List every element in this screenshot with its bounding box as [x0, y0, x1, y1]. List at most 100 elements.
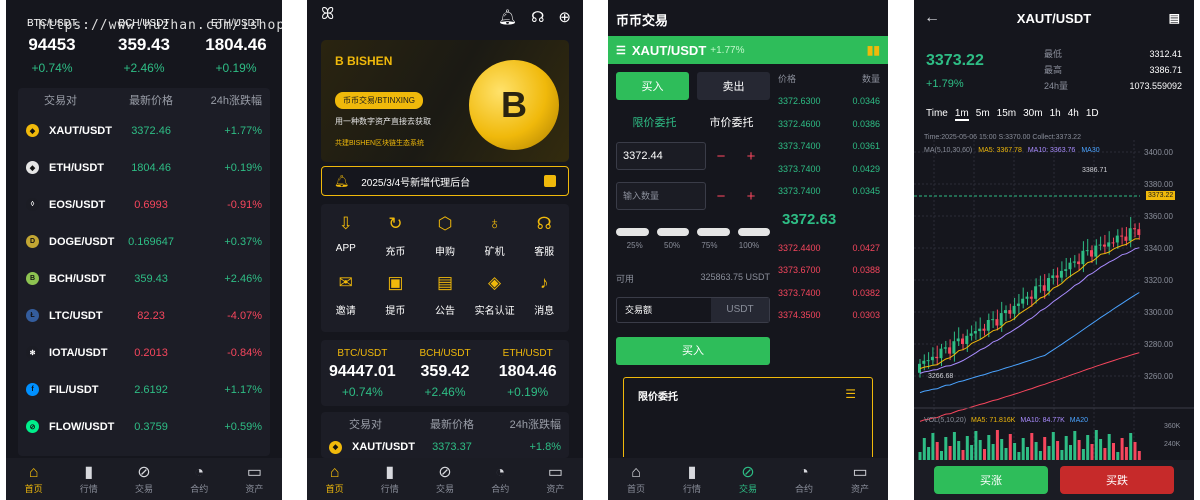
ob-price: 3374.3500: [778, 310, 821, 320]
timeframe-tab[interactable]: Time: [926, 108, 948, 121]
orderbook-row[interactable]: 3374.3500 0.0303: [778, 304, 880, 327]
market-row[interactable]: f FIL/USDT 2.6192 +1.17%: [18, 371, 270, 408]
nav-home[interactable]: ⌂ 首页: [307, 458, 362, 500]
shortcut-label: 充币: [385, 247, 406, 258]
volume-bar: [1038, 451, 1042, 460]
nav-exchange[interactable]: ⊘ 交易: [720, 458, 776, 500]
watermark: https://www.huzhan.com/ishop6110: [38, 18, 282, 33]
nav-bar-chart[interactable]: ▮ 行情: [664, 458, 720, 500]
timeframe-tab[interactable]: 1m: [954, 108, 969, 121]
market-row[interactable]: D DOGE/USDT 0.169647 +0.37%: [18, 223, 270, 260]
volume-bar: [935, 442, 939, 460]
mining-icon: ♁: [488, 214, 501, 233]
bell-icon[interactable]: 🔔︎: [498, 8, 517, 26]
market-row[interactable]: ◊ EOS/USDT 0.6993 -0.91%: [18, 186, 270, 223]
orderbook-row[interactable]: 3372.4400 0.0427: [778, 237, 880, 260]
sell-tab[interactable]: 卖出: [697, 72, 770, 100]
shortcut-mining[interactable]: ♁ 矿机: [470, 214, 520, 270]
ticker-btc[interactable]: BTC/USDT 94447.01 +0.74%: [321, 348, 404, 406]
limit-order-tab[interactable]: 限价委托: [633, 114, 677, 130]
shortcut-invite[interactable]: ✉ 邀请: [321, 273, 371, 329]
pct-100-button[interactable]: [737, 228, 770, 236]
qty-decrease-button[interactable]: −: [706, 188, 736, 205]
nav-trend[interactable]: ◔ 合约: [776, 458, 832, 500]
headset-icon[interactable]: ☊: [531, 8, 544, 26]
list-menu-icon[interactable]: ☰: [845, 387, 856, 401]
market-row[interactable]: ◆ XAUT/USDT 3373.37 +1.8%: [321, 436, 569, 458]
timeframe-tab[interactable]: 4h: [1068, 108, 1079, 121]
nav-trend[interactable]: ◔ 合约: [473, 458, 528, 500]
pair-selector[interactable]: ☰ XAUT/USDT +1.77% ▮▮: [608, 36, 888, 64]
market-row[interactable]: ◆ XAUT/USDT 3372.46 +1.77%: [18, 112, 270, 149]
timeframe-tab[interactable]: 1D: [1086, 108, 1099, 121]
nav-home[interactable]: ⌂ 首页: [6, 458, 61, 500]
buy-down-button[interactable]: 买跌: [1060, 466, 1174, 494]
market-row[interactable]: ◆ ETH/USDT 1804.46 +0.19%: [18, 149, 270, 186]
timeframe-tab[interactable]: 1h: [1050, 108, 1061, 121]
kline-chart[interactable]: 3400.00 3380.00 3360.00 3340.00 3320.00 3300.…: [914, 140, 1194, 460]
pair-cell: ◊ EOS/USDT: [26, 198, 116, 211]
orderbook-row[interactable]: 3373.7400 0.0361: [778, 135, 880, 158]
nav-bar-chart[interactable]: ▮ 行情: [61, 458, 116, 500]
shortcut-withdraw[interactable]: ▣ 提币: [371, 273, 421, 329]
timeframe-tab[interactable]: 30m: [1023, 108, 1042, 121]
kline-icon[interactable]: ▮▮: [867, 43, 880, 57]
notice-bar[interactable]: 🔔︎ 2025/3/4号新增代理后台: [321, 166, 569, 196]
market-row[interactable]: ⊘ FLOW/USDT 0.3759 +0.59%: [18, 408, 270, 445]
home-icon: ⌂: [631, 463, 641, 481]
shortcut-announcement[interactable]: ▤ 公告: [420, 273, 470, 329]
market-row[interactable]: Ł LTC/USDT 82.23 -4.07%: [18, 297, 270, 334]
pct-25-button[interactable]: [616, 228, 649, 236]
pct-50-button[interactable]: [656, 228, 689, 236]
nav-bar-chart[interactable]: ▮ 行情: [362, 458, 417, 500]
shortcut-bell[interactable]: ♪ 消息: [519, 273, 569, 329]
exchange-icon: ⊘: [741, 463, 755, 481]
candle-body: [1016, 303, 1020, 306]
candle-body: [999, 313, 1003, 326]
market-order-tab[interactable]: 市价委托: [710, 114, 754, 130]
quantity-input[interactable]: 输入数量: [616, 182, 706, 210]
promo-banner[interactable]: B BISHEN 币币交易/BTINXING 用一种数字资产直接去获取 共建BI…: [321, 40, 569, 162]
notice-bell-icon: 🔔︎: [334, 174, 350, 188]
nav-home[interactable]: ⌂ 首页: [608, 458, 664, 500]
nav-wallet[interactable]: ▭ 资产: [528, 458, 583, 500]
nav-wallet[interactable]: ▭ 资产: [227, 458, 282, 500]
price-decrease-button[interactable]: −: [706, 148, 736, 165]
buy-tab[interactable]: 买入: [616, 72, 689, 100]
orderbook-row[interactable]: 3373.7400 0.0382: [778, 282, 880, 305]
timeframe-tab[interactable]: 5m: [976, 108, 990, 121]
nav-exchange[interactable]: ⊘ 交易: [116, 458, 171, 500]
nav-trend[interactable]: ◔ 合约: [172, 458, 227, 500]
shortcut-cube[interactable]: ⬡ 申购: [420, 214, 470, 270]
shortcut-verify[interactable]: ◈ 实名认证: [470, 273, 520, 329]
amount-field[interactable]: 交易额 USDT: [616, 297, 770, 323]
timeframe-tab[interactable]: 15m: [997, 108, 1016, 121]
pct-75-button[interactable]: [697, 228, 730, 236]
shortcut-deposit[interactable]: ↻ 充币: [371, 214, 421, 270]
nav-exchange[interactable]: ⊘ 交易: [417, 458, 472, 500]
orderbook-row[interactable]: 3372.6300 0.0346: [778, 90, 880, 113]
shortcut-download[interactable]: ⇩ APP: [321, 214, 371, 270]
back-arrow-icon[interactable]: ←: [924, 9, 940, 27]
nav-wallet[interactable]: ▭ 资产: [832, 458, 888, 500]
menu-icon[interactable]: ☰: [616, 44, 626, 57]
ticker-bch[interactable]: BCH/USDT 359.42 +2.46%: [404, 348, 487, 406]
globe-icon[interactable]: ⊕: [558, 8, 571, 26]
market-row[interactable]: ✻ IOTA/USDT 0.2013 -0.84%: [18, 334, 270, 371]
ticker-eth[interactable]: ETH/USDT 1804.46 +0.19%: [486, 348, 569, 406]
orderbook-row[interactable]: 3373.6700 0.0388: [778, 259, 880, 282]
notice-list-icon[interactable]: [544, 175, 556, 187]
price-increase-button[interactable]: +: [736, 148, 766, 165]
col-change: 24h涨跌幅: [210, 95, 262, 107]
qty-increase-button[interactable]: +: [736, 188, 766, 205]
menu-icon[interactable]: ▤: [1169, 11, 1180, 25]
orderbook-row[interactable]: 3372.4600 0.0386: [778, 113, 880, 136]
buy-button[interactable]: 买入: [616, 337, 770, 365]
buy-up-button[interactable]: 买涨: [934, 466, 1048, 494]
market-row[interactable]: B BCH/USDT 359.43 +2.46%: [18, 260, 270, 297]
orderbook-row[interactable]: 3373.7400 0.0429: [778, 158, 880, 181]
price-input[interactable]: 3372.44: [616, 142, 706, 170]
percent-slider[interactable]: [616, 228, 770, 236]
orderbook-row[interactable]: 3373.7400 0.0345: [778, 180, 880, 203]
shortcut-headset[interactable]: ☊ 客服: [519, 214, 569, 270]
